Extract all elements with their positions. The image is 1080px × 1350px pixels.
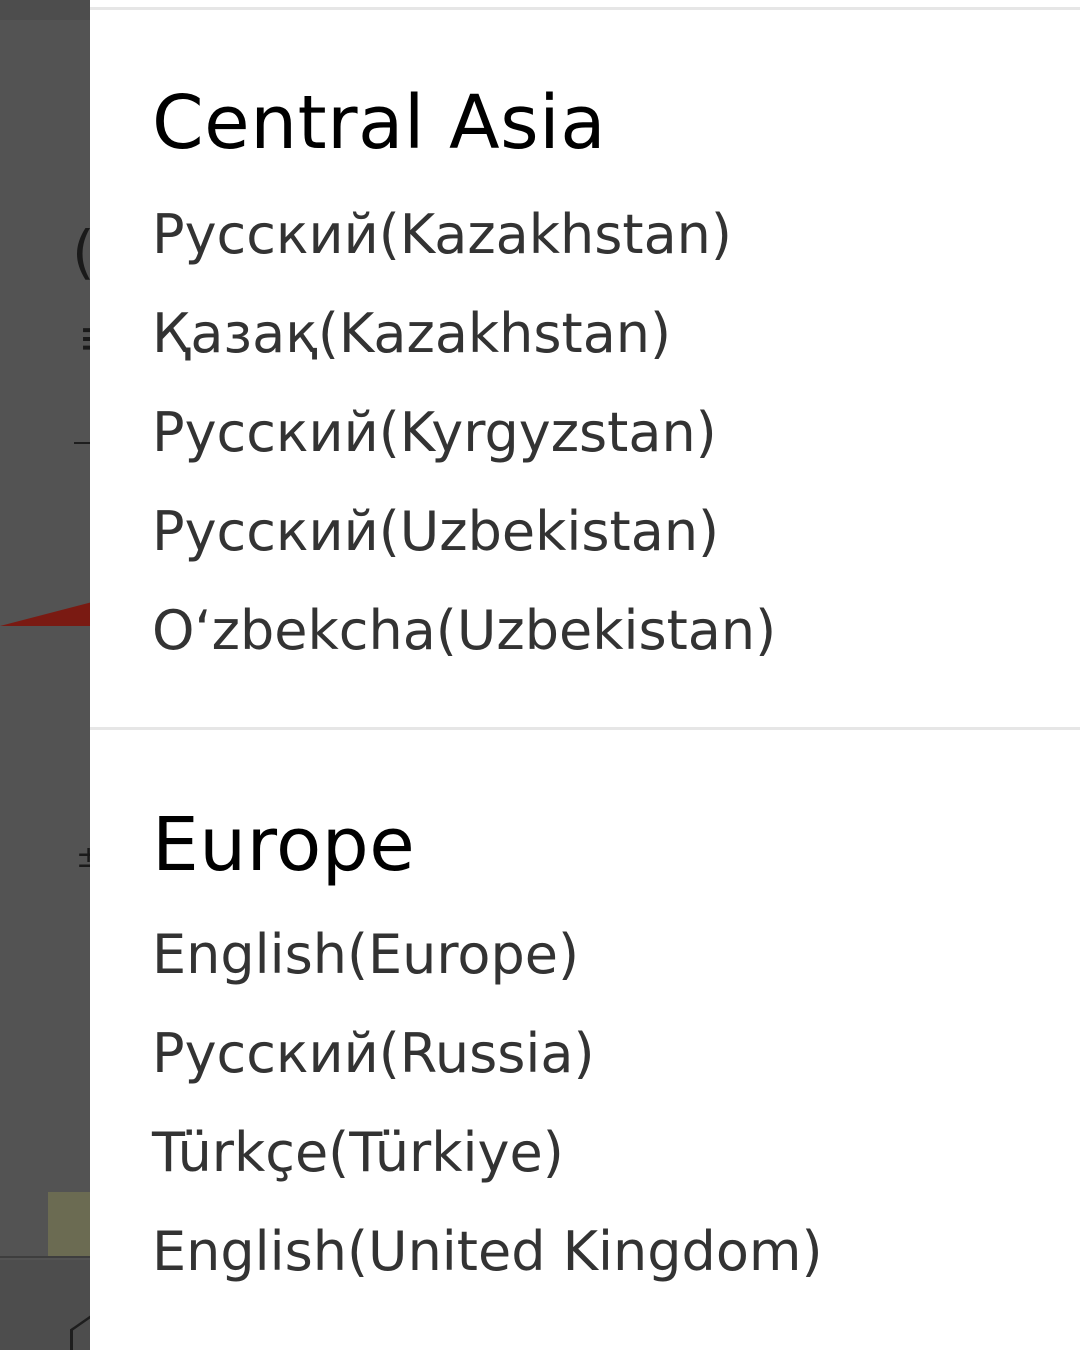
language-option-uzbek-uzbekistan[interactable]: O‘zbekcha(Uzbekistan) <box>152 604 776 658</box>
language-option-turkish-turkiye[interactable]: Türkçe(Türkiye) <box>152 1126 564 1180</box>
language-option-russian-russia[interactable]: Русский(Russia) <box>152 1027 595 1081</box>
background-divider <box>0 1256 100 1258</box>
language-option-russian-kazakhstan[interactable]: Русский(Kazakhstan) <box>152 208 732 262</box>
background-thumbnail <box>48 1192 90 1256</box>
language-option-russian-uzbekistan[interactable]: Русский(Uzbekistan) <box>152 505 719 559</box>
language-option-english-united-kingdom[interactable]: English(United Kingdom) <box>152 1225 823 1279</box>
language-option-kazakh-kazakhstan[interactable]: Қазақ(Kazakhstan) <box>152 307 671 361</box>
background-content-card <box>0 20 100 1260</box>
section-title: Europe <box>152 802 416 888</box>
panel-top-divider <box>90 7 1080 10</box>
language-option-english-europe[interactable]: English(Europe) <box>152 928 579 982</box>
background-dash <box>74 442 90 444</box>
section-divider <box>90 727 1080 730</box>
region-language-drawer: Central Asia Русский(Kazakhstan) Қазақ(K… <box>90 0 1080 1350</box>
section-title: Central Asia <box>152 80 607 166</box>
language-option-russian-kyrgyzstan[interactable]: Русский(Kyrgyzstan) <box>152 406 717 460</box>
